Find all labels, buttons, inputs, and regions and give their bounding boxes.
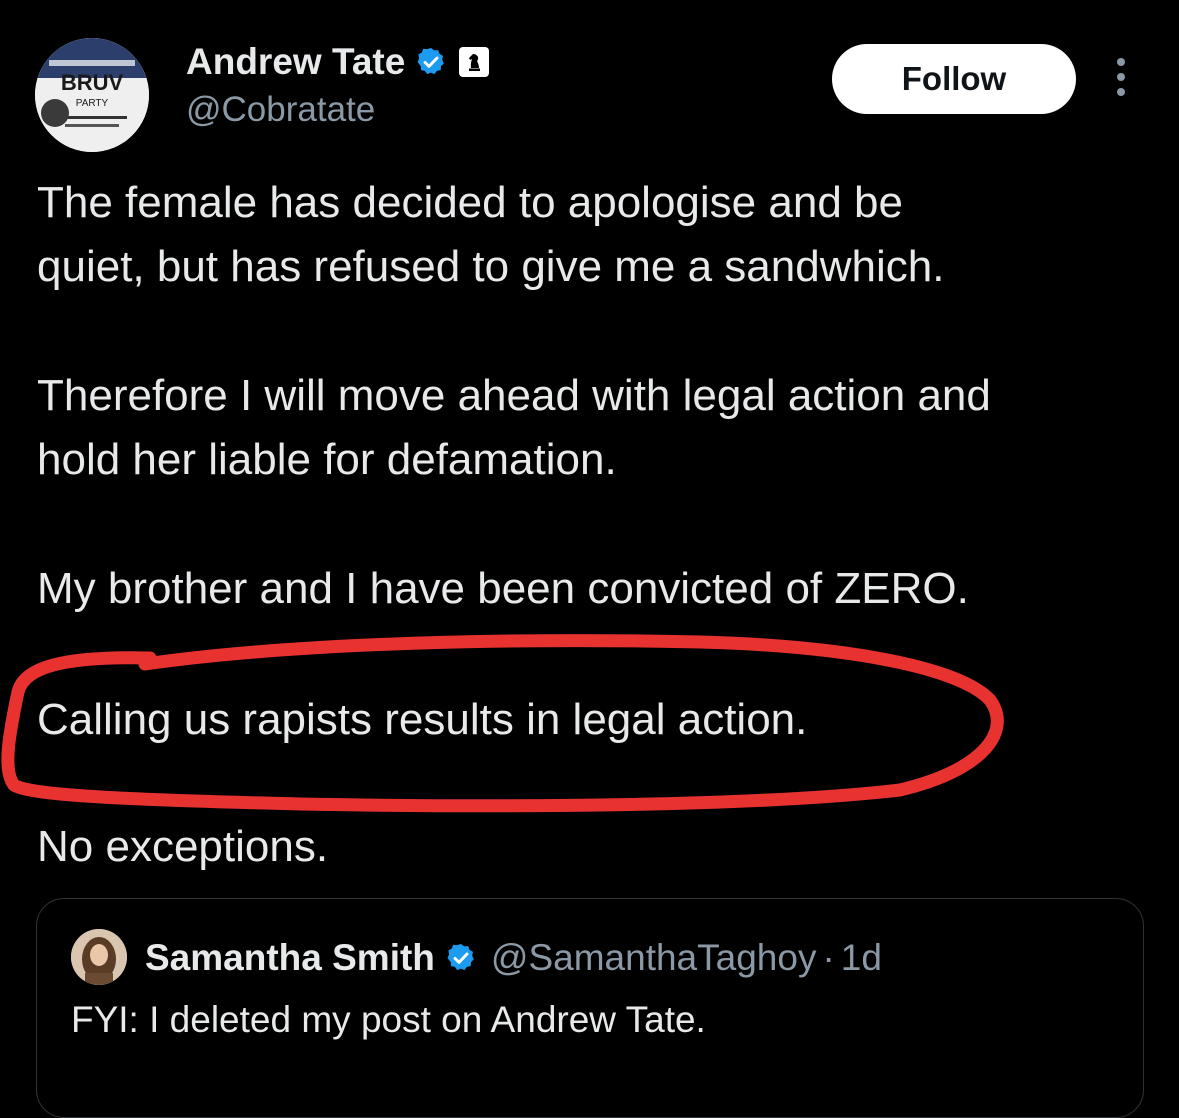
tweet-paragraph-5: No exceptions. [37, 822, 329, 871]
red-circle-annotation [1, 634, 1004, 813]
quoted-handle[interactable]: @SamanthaTaghoy [491, 937, 817, 979]
more-options-icon[interactable] [1110, 58, 1132, 102]
svg-text:PARTY: PARTY [76, 98, 109, 109]
verified-badge-icon [417, 48, 445, 75]
quoted-timestamp[interactable]: 1d [841, 937, 882, 979]
verified-badge-icon [447, 944, 474, 971]
author-display-name[interactable]: Andrew Tate [186, 41, 405, 83]
avatar-logo-text: BRUV [61, 70, 124, 95]
author-handle[interactable]: @Cobratate [186, 90, 489, 130]
follow-button[interactable]: Follow [832, 44, 1076, 114]
quoted-author-avatar[interactable] [71, 929, 127, 985]
chess-knight-icon[interactable] [459, 47, 490, 77]
tweet-paragraph-3: My brother and I have been convicted of … [37, 564, 969, 613]
quoted-display-name[interactable]: Samantha Smith [145, 937, 435, 979]
separator-dot: · [822, 937, 835, 978]
author-avatar[interactable]: BRUV PARTY [35, 38, 149, 152]
quoted-tweet-header: Samantha Smith @SamanthaTaghoy · 1d [145, 933, 882, 983]
tweet-paragraph-1: The female has decided to apologise and … [37, 178, 945, 291]
quoted-tweet-card[interactable]: Samantha Smith @SamanthaTaghoy · 1d FYI:… [36, 898, 1144, 1118]
quoted-tweet-text: FYI: I deleted my post on Andrew Tate. [71, 999, 706, 1040]
tweet-paragraph-2: Therefore I will move ahead with legal a… [37, 371, 991, 484]
author-block: Andrew Tate @Cobratate [186, 40, 490, 130]
